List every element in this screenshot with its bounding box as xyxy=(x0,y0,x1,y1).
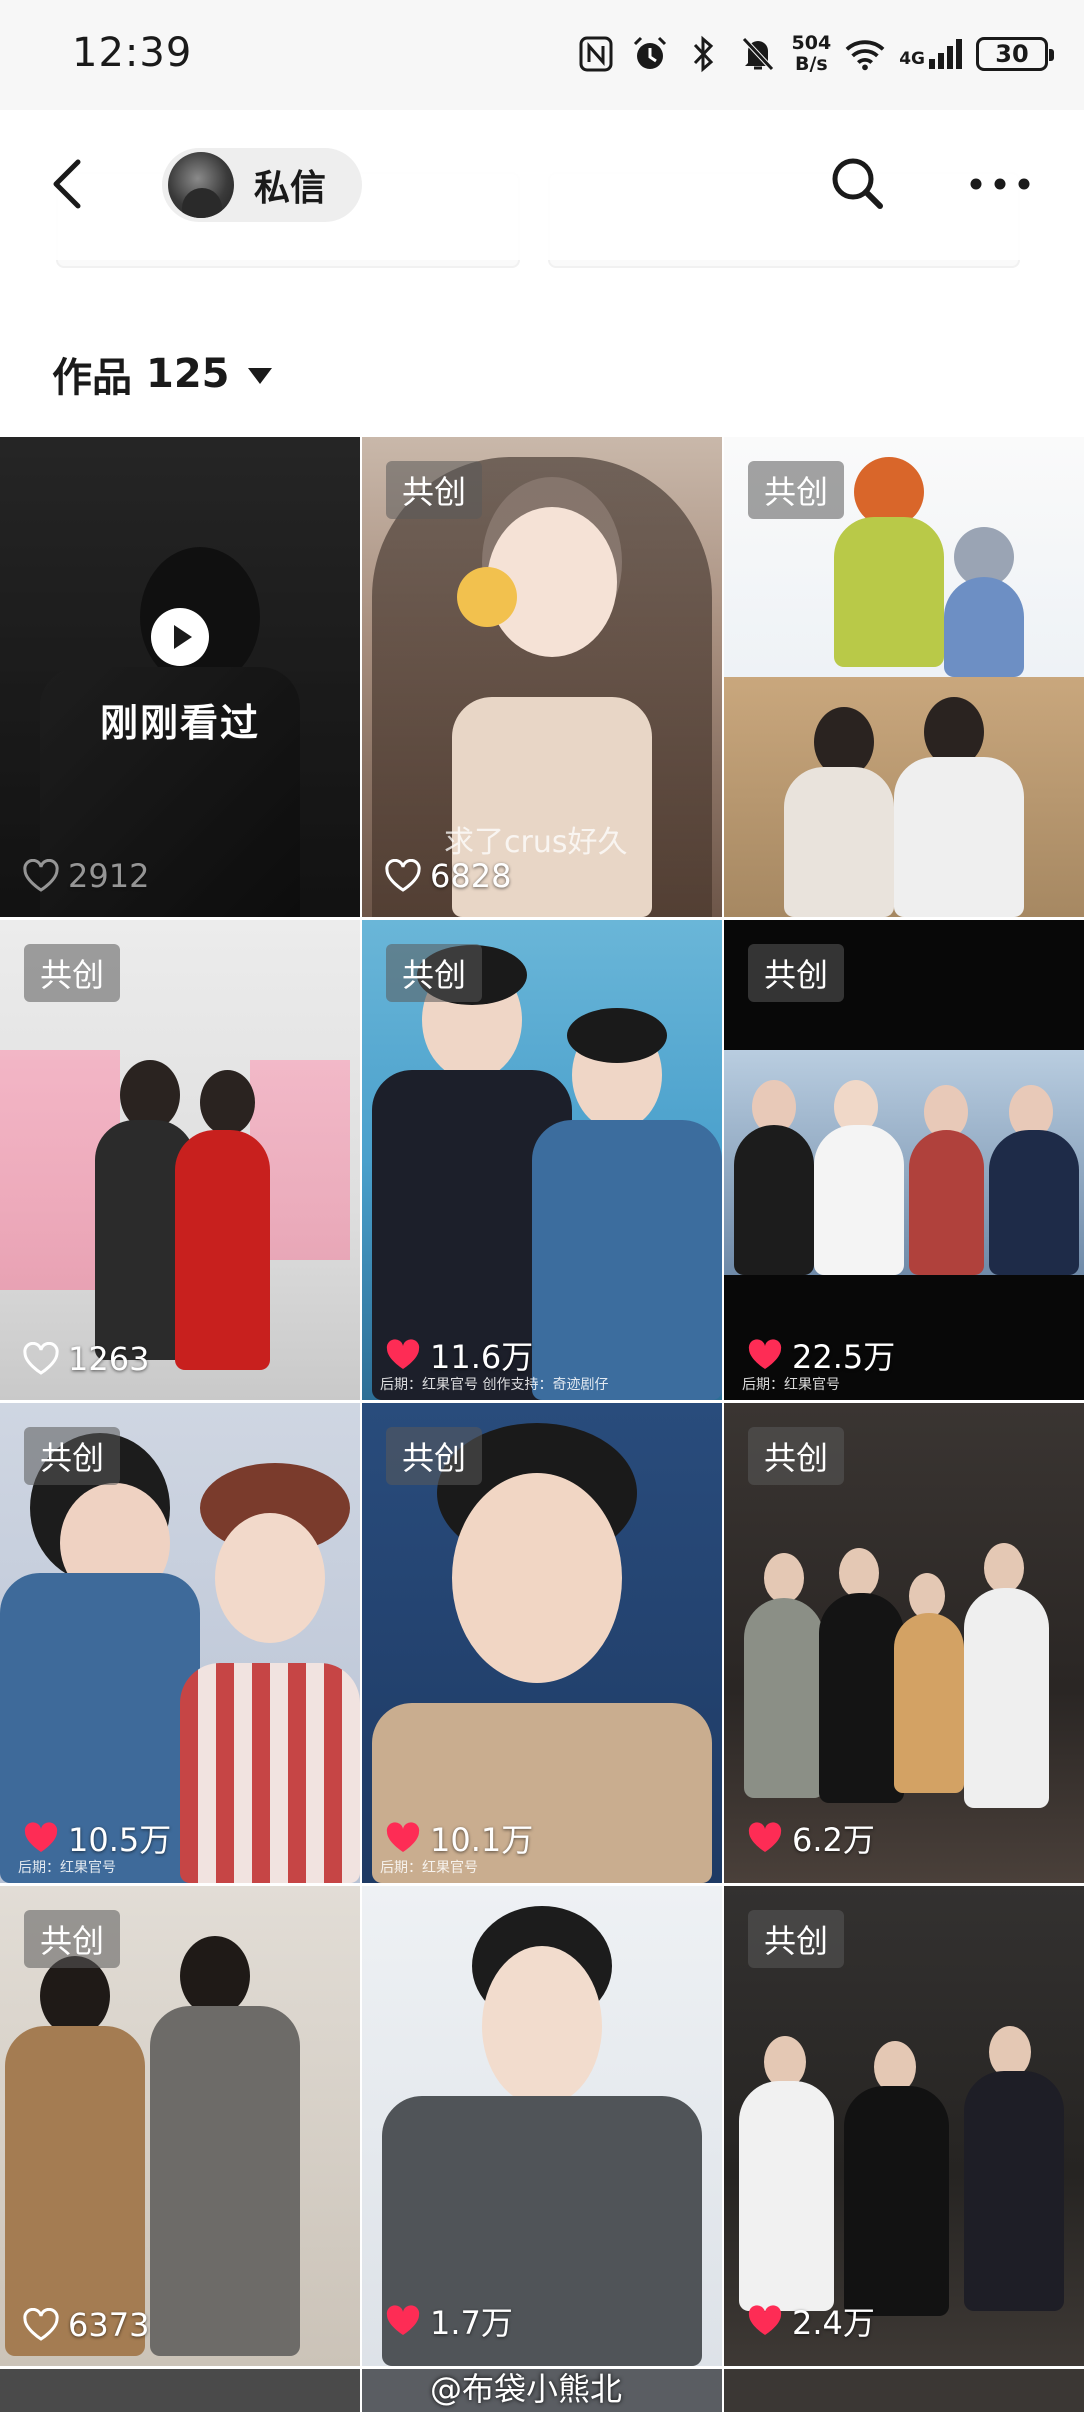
video-thumbnail[interactable]: 共创 1263 xyxy=(0,920,360,1400)
nfc-icon xyxy=(576,34,616,74)
co-creation-tag: 共创 xyxy=(748,944,845,1002)
heart-outline-icon xyxy=(23,859,59,892)
status-time: 12:39 xyxy=(72,30,193,76)
co-creation-tag: 共创 xyxy=(386,461,483,519)
like-count: 2912 xyxy=(22,857,149,895)
video-thumbnail[interactable]: 共创 求了crus好久 6828 xyxy=(362,437,722,917)
recently-viewed-overlay: 刚刚看过 xyxy=(0,437,360,917)
co-creation-tag: 共创 xyxy=(748,1910,845,1968)
heart-outline-icon xyxy=(23,1342,59,1375)
message-pill-button[interactable]: 私信 xyxy=(162,148,362,222)
works-count: 125 xyxy=(146,351,230,397)
heart-filled-icon xyxy=(24,1822,58,1852)
heart-outline-icon xyxy=(385,859,421,892)
network-speed: 504 B/s xyxy=(791,32,832,75)
mute-icon xyxy=(738,34,778,74)
video-thumbnail[interactable]: 刚刚看过 2912 xyxy=(0,437,360,917)
video-grid: 刚刚看过 2912 共创 求了crus好久 6828 共创 共创 1263 共创… xyxy=(0,437,1084,2366)
heart-filled-icon xyxy=(386,1822,420,1852)
video-thumbnail[interactable]: 共创 xyxy=(724,437,1084,917)
co-creation-tag: 共创 xyxy=(748,461,845,519)
heart-filled-icon xyxy=(386,1339,420,1369)
co-creation-tag: 共创 xyxy=(24,944,121,1002)
co-creation-tag: 共创 xyxy=(24,1910,121,1968)
like-count: 1263 xyxy=(22,1340,149,1378)
battery-icon: 30 xyxy=(976,37,1054,71)
co-creation-tag: 共创 xyxy=(748,1427,845,1485)
video-thumbnail-partial[interactable] xyxy=(724,2369,1084,2412)
top-nav: 私信 xyxy=(0,110,1084,260)
cell-signal-icon: 4G xyxy=(899,39,962,69)
co-creation-tag: 共创 xyxy=(24,1427,121,1485)
back-button[interactable] xyxy=(40,152,104,216)
like-count: 1.7万 xyxy=(384,2298,513,2344)
video-thumbnail[interactable]: 共创 后期：红果官号 10.5万 xyxy=(0,1403,360,1883)
works-sort-dropdown[interactable]: 作品 125 xyxy=(52,345,272,403)
watermark: @布袋小熊北 xyxy=(430,2370,623,2408)
like-count: 6.2万 xyxy=(746,1815,875,1861)
search-icon xyxy=(832,158,883,209)
video-thumbnail[interactable]: 共创 6373 xyxy=(0,1886,360,2366)
like-count: 10.5万 xyxy=(22,1815,171,1861)
heart-filled-icon xyxy=(748,2305,782,2335)
heart-filled-icon xyxy=(386,2305,420,2335)
avatar xyxy=(168,152,234,218)
video-thumbnail[interactable]: 共创 后期：红果官号 10.1万 xyxy=(362,1403,722,1883)
like-count: 2.4万 xyxy=(746,2298,875,2344)
back-arrow-icon xyxy=(53,159,81,209)
like-count: 10.1万 xyxy=(384,1815,533,1861)
video-thumbnail-partial[interactable] xyxy=(0,2369,360,2412)
wifi-icon xyxy=(845,34,885,74)
video-thumbnail[interactable]: 共创 2.4万 xyxy=(724,1886,1084,2366)
caret-down-icon xyxy=(247,368,272,384)
video-thumbnail[interactable]: 1.7万 xyxy=(362,1886,722,2366)
video-thumbnail[interactable]: 共创 6.2万 xyxy=(724,1403,1084,1883)
heart-filled-icon xyxy=(748,1822,782,1852)
more-options-button[interactable] xyxy=(964,152,1036,216)
play-icon xyxy=(151,607,209,666)
search-button[interactable] xyxy=(826,152,890,216)
co-creation-tag: 共创 xyxy=(386,1427,483,1485)
like-count: 6373 xyxy=(22,2306,149,2344)
video-caption: 求了crus好久 xyxy=(444,825,628,860)
works-label: 作品 xyxy=(52,355,132,401)
more-dots-icon xyxy=(970,178,1030,190)
video-thumbnail[interactable]: 共创 后期：红果官号 创作支持：奇迹剧仔 11.6万 xyxy=(362,920,722,1400)
heart-outline-icon xyxy=(23,2308,59,2341)
like-count: 22.5万 xyxy=(746,1332,895,1378)
like-count: 6828 xyxy=(384,857,511,895)
heart-filled-icon xyxy=(748,1339,782,1369)
status-bar: 12:39 504 B/s 4G 30 xyxy=(0,0,1084,110)
message-label: 私信 xyxy=(254,168,327,209)
video-thumbnail[interactable]: 共创 后期：红果官号 22.5万 xyxy=(724,920,1084,1400)
alarm-icon xyxy=(630,34,670,74)
status-icons: 504 B/s 4G 30 xyxy=(576,26,1054,82)
recently-viewed-label: 刚刚看过 xyxy=(99,700,260,745)
bluetooth-icon xyxy=(684,34,724,74)
co-creation-tag: 共创 xyxy=(386,944,483,1002)
like-count: 11.6万 xyxy=(384,1332,533,1378)
